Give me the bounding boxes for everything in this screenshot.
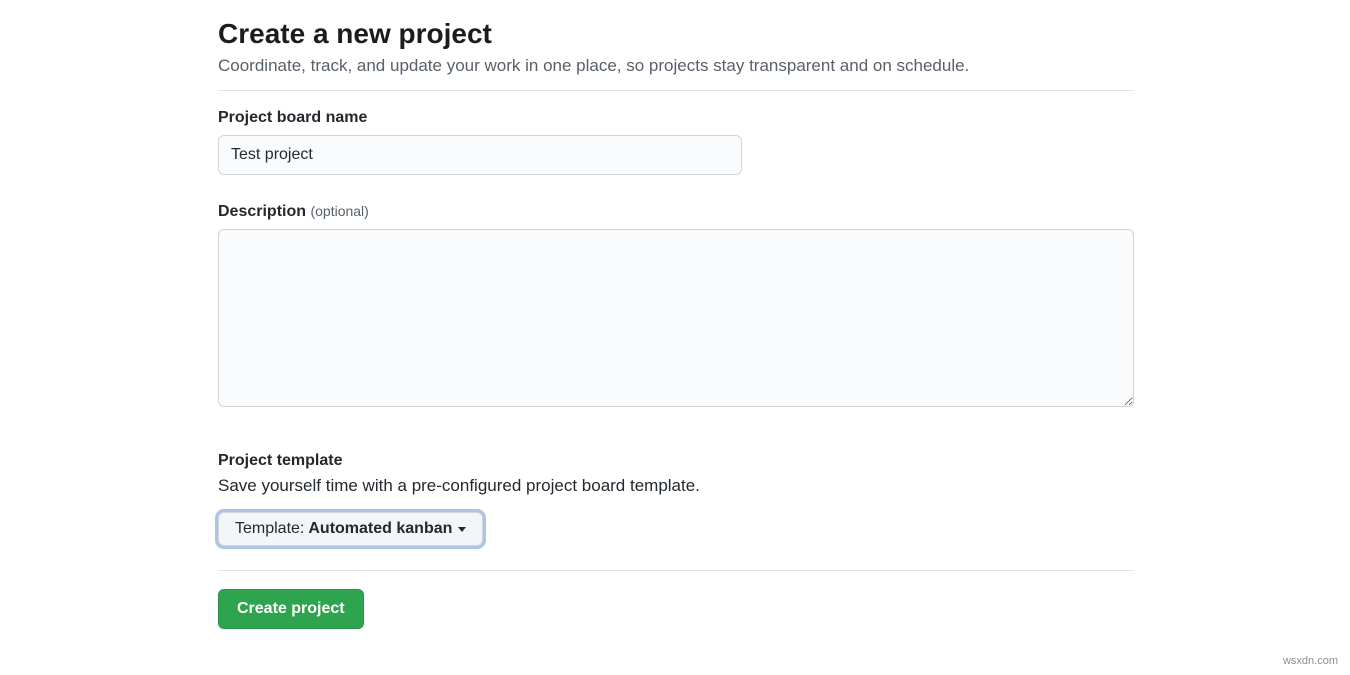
description-label-text: Description (218, 203, 306, 220)
description-label: Description (optional) (218, 203, 1134, 221)
template-selected-value: Automated kanban (308, 520, 452, 538)
watermark: wsxdn.com (1283, 655, 1338, 667)
template-prefix: Template: (235, 520, 304, 538)
page-subtitle: Coordinate, track, and update your work … (218, 56, 1134, 76)
create-project-button[interactable]: Create project (218, 589, 364, 629)
divider (218, 570, 1134, 571)
template-section-label: Project template (218, 452, 1134, 470)
description-optional: (optional) (310, 203, 368, 219)
template-section-desc: Save yourself time with a pre-configured… (218, 476, 1134, 496)
template-dropdown-button[interactable]: Template: Automated kanban (218, 512, 483, 546)
description-textarea[interactable] (218, 229, 1134, 407)
new-project-form: Create a new project Coordinate, track, … (218, 0, 1134, 629)
caret-down-icon (458, 527, 466, 532)
page-title: Create a new project (218, 18, 1134, 50)
project-name-input[interactable] (218, 135, 742, 175)
divider (218, 90, 1134, 91)
project-name-label: Project board name (218, 109, 1134, 127)
